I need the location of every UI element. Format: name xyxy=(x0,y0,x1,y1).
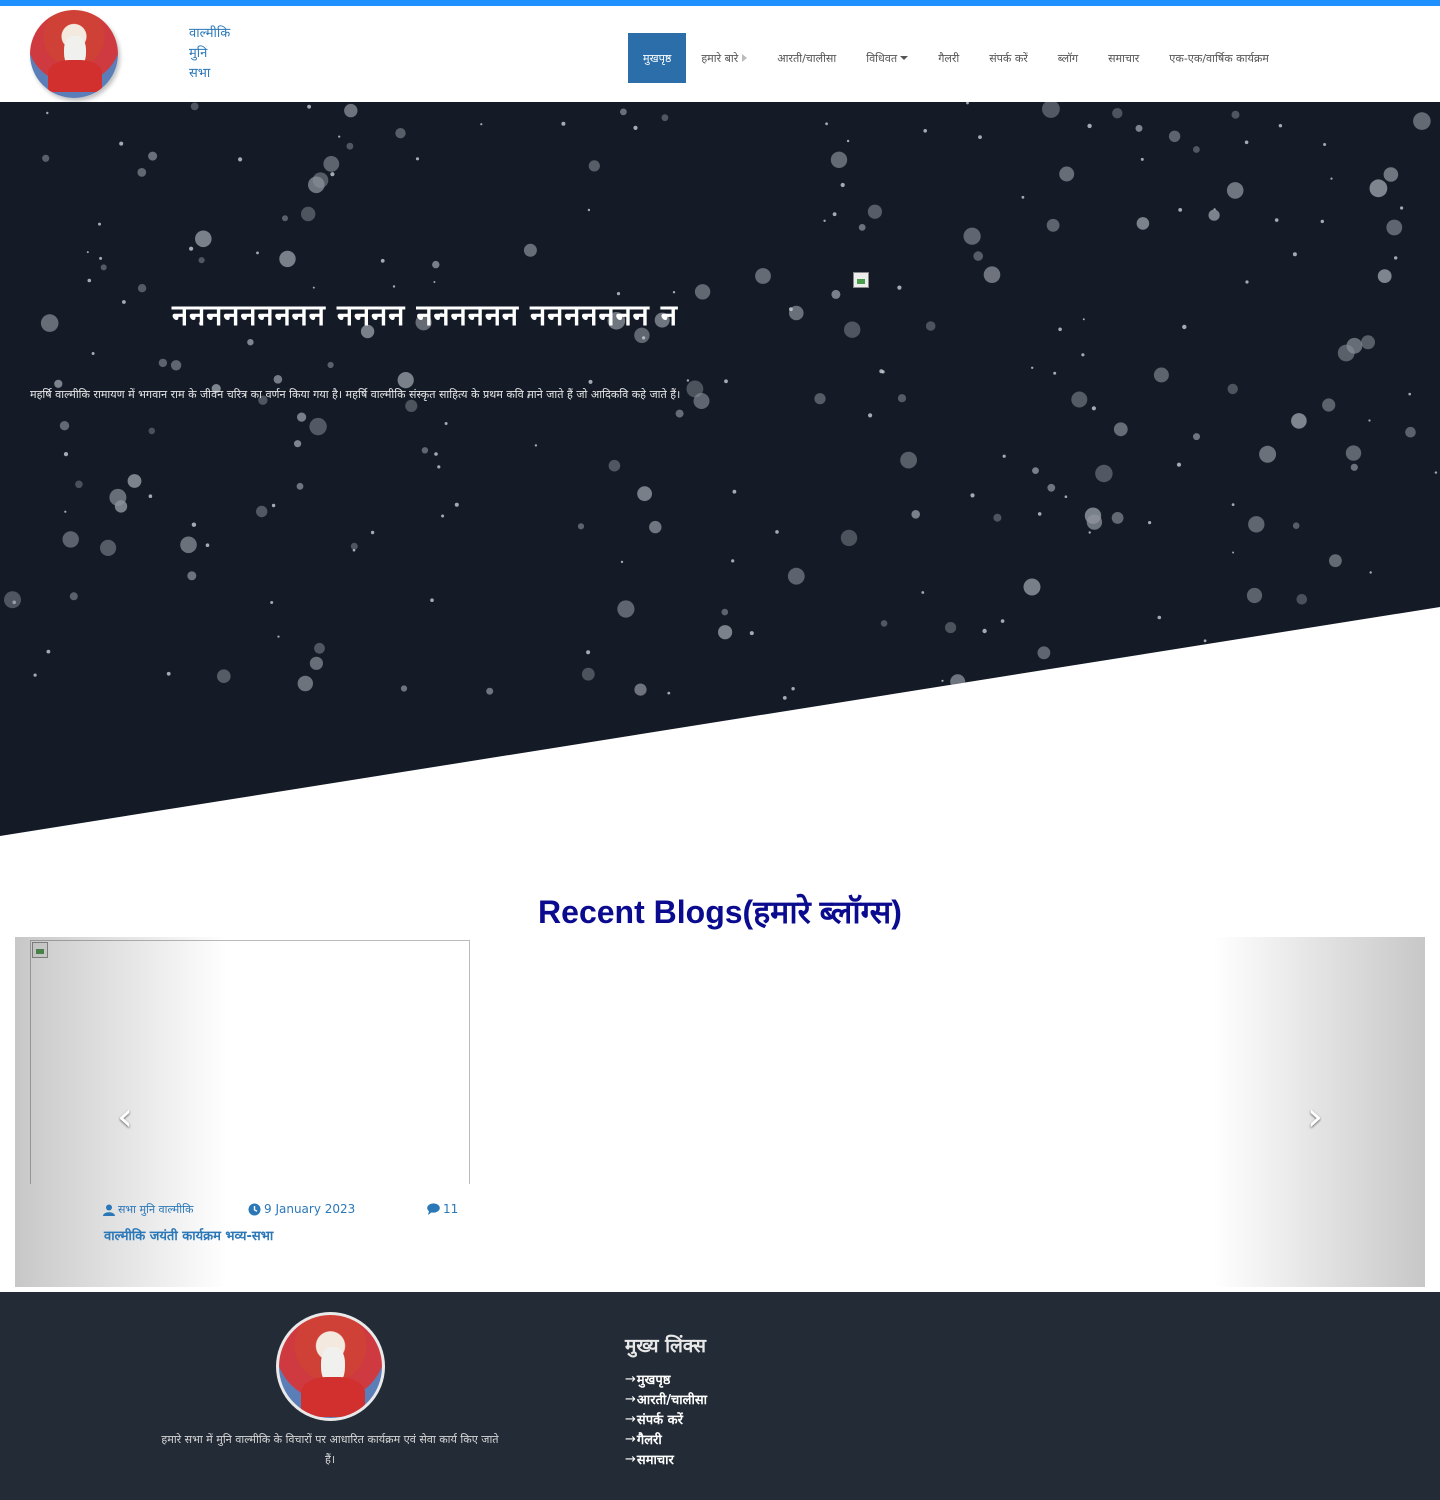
nav-item-about[interactable]: हमारे बारे xyxy=(686,33,762,83)
footer-logo xyxy=(276,1312,385,1421)
hero-banner: ननननननननन नननन नननननन ननननननन न महर्षि व… xyxy=(0,102,1440,836)
hero-description: महर्षि वाल्मीकि रामायण में भगवान राम के … xyxy=(30,388,681,401)
blog-comments[interactable]: 11 xyxy=(427,1202,458,1216)
chevron-right-icon[interactable]: › xyxy=(1295,1095,1335,1139)
site-header: वाल्मीकि मुनि सभा मुखपृष्ठ हमारे बारे आर… xyxy=(0,6,1440,102)
nav-item-blog[interactable]: ब्लॉग xyxy=(1043,33,1093,83)
arrow-right-icon: → xyxy=(625,1411,636,1427)
footer-description: हमारे सभा में मुनि वाल्मीकि के विचारों प… xyxy=(161,1433,499,1466)
site-footer: हमारे सभा में मुनि वाल्मीकि के विचारों प… xyxy=(0,1292,1440,1500)
brand-line: मुनि xyxy=(189,46,208,61)
chevron-left-icon[interactable]: ‹ xyxy=(105,1095,145,1139)
site-logo[interactable] xyxy=(30,10,118,98)
blog-post-title[interactable]: वाल्मीकि जयंती कार्यक्रम भव्य-सभा xyxy=(104,1226,464,1244)
blog-date: 9 January 2023 xyxy=(248,1202,355,1216)
user-icon xyxy=(103,1204,115,1216)
footer-links-heading: मुख्य लिंक्स xyxy=(625,1335,706,1357)
nav-item-gallery[interactable]: गैलरी xyxy=(923,33,974,83)
arrow-right-icon: → xyxy=(625,1371,636,1387)
comment-icon xyxy=(427,1203,440,1215)
footer-links: → मुखपृष्ठ → आरती/चालीसा → संपर्क करें → गैल… xyxy=(625,1369,707,1469)
blog-carousel: ‹ › सभा मुनि वाल्मीकि 9 January 2023 11 … xyxy=(15,937,1425,1287)
blog-author[interactable]: सभा मुनि वाल्मीकि xyxy=(103,1202,193,1217)
submenu-arrow-icon xyxy=(742,54,748,62)
recent-blogs-title: Recent Blogs(हमारे ब्लॉग्स) xyxy=(538,894,902,930)
main-nav: मुखपृष्ठ हमारे बारे आरती/चालीसा विधिवत ग… xyxy=(628,33,1284,83)
logo-figure-body xyxy=(48,60,102,92)
nav-item-news[interactable]: समाचार xyxy=(1093,33,1154,83)
footer-link-gallery[interactable]: → गैलरी xyxy=(625,1429,707,1449)
arrow-right-icon: → xyxy=(625,1451,636,1467)
caret-down-icon xyxy=(900,56,909,60)
footer-link-home[interactable]: → मुखपृष्ठ xyxy=(625,1369,707,1389)
footer-link-contact[interactable]: → संपर्क करें xyxy=(625,1409,707,1429)
clock-icon xyxy=(248,1203,261,1215)
arrow-right-icon: → xyxy=(625,1431,636,1447)
particle-background xyxy=(4,102,1438,700)
broken-image-icon xyxy=(853,272,869,288)
nav-item-events[interactable]: एक-एक/वार्षिक कार्यक्रम xyxy=(1154,33,1284,83)
brand-line: वाल्मीकि xyxy=(189,26,231,41)
nav-item-contact[interactable]: संपर्क करें xyxy=(974,33,1043,83)
footer-link-news[interactable]: → समाचार xyxy=(625,1449,707,1469)
brand-name[interactable]: वाल्मीकि मुनि सभा xyxy=(189,24,309,84)
brand-line: सभा xyxy=(189,66,211,81)
footer-link-aarti[interactable]: → आरती/चालीसा xyxy=(625,1389,707,1409)
hero-title: ननननननननन नननन नननननन ननननननन न xyxy=(172,298,678,332)
blog-meta: सभा मुनि वाल्मीकि 9 January 2023 11 xyxy=(103,1202,458,1218)
logo-figure-body xyxy=(301,1377,365,1417)
nav-item-aarti[interactable]: आरती/चालीसा xyxy=(762,33,851,83)
arrow-right-icon: → xyxy=(625,1391,636,1407)
nav-item-rituals[interactable]: विधिवत xyxy=(851,33,923,83)
nav-item-home[interactable]: मुखपृष्ठ xyxy=(628,33,687,83)
